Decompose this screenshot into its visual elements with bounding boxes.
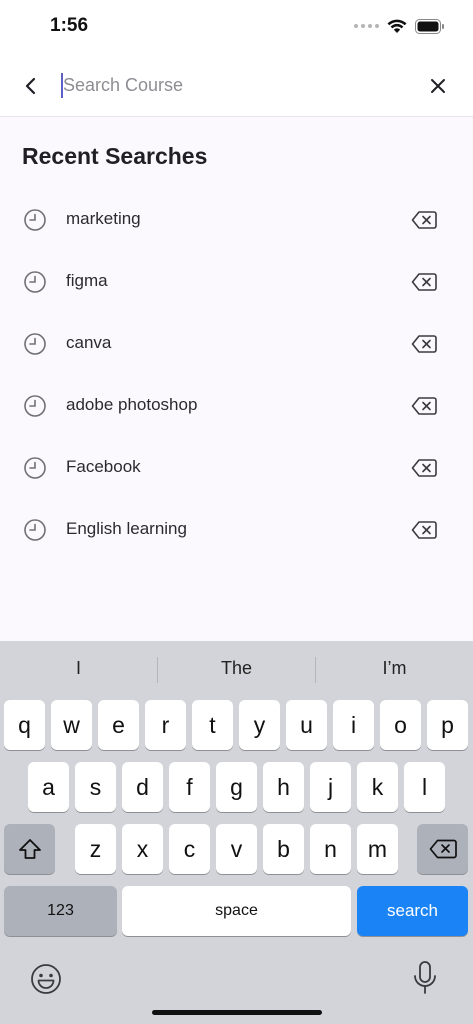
clock-icon <box>24 209 46 231</box>
key-r[interactable]: r <box>145 700 186 750</box>
key-c[interactable]: c <box>169 824 210 874</box>
key-a[interactable]: a <box>28 762 69 812</box>
key-g[interactable]: g <box>216 762 257 812</box>
key-h[interactable]: h <box>263 762 304 812</box>
space-key[interactable]: space <box>122 886 351 936</box>
suggestion-2[interactable]: The <box>158 658 315 679</box>
key-e[interactable]: e <box>98 700 139 750</box>
key-m[interactable]: m <box>357 824 398 874</box>
suggestion-1[interactable]: I <box>0 658 157 679</box>
signal-dots-icon <box>354 24 379 28</box>
recent-search-label: English learning <box>66 519 187 538</box>
delete-backspace-icon[interactable] <box>411 520 437 540</box>
recent-search-label: adobe photoshop <box>66 395 198 414</box>
clock-icon <box>24 271 46 293</box>
recent-search-item[interactable]: marketing <box>0 189 473 251</box>
predictive-bar: I The I’m <box>0 641 473 697</box>
recent-search-item[interactable]: canva <box>0 313 473 375</box>
shift-arrow-icon <box>18 839 41 859</box>
emoji-icon[interactable] <box>29 962 63 996</box>
recent-search-item[interactable]: figma <box>0 251 473 313</box>
clock-icon <box>24 333 46 355</box>
close-icon <box>431 79 445 93</box>
delete-backspace-icon[interactable] <box>411 272 437 292</box>
home-indicator[interactable] <box>152 1010 322 1015</box>
clock-icon <box>24 457 46 479</box>
recent-searches-title: Recent Searches <box>22 143 208 169</box>
recent-search-item[interactable]: Facebook <box>0 437 473 499</box>
key-l[interactable]: l <box>404 762 445 812</box>
key-b[interactable]: b <box>263 824 304 874</box>
recent-search-label: canva <box>66 333 112 352</box>
text-caret <box>61 73 63 98</box>
shift-key[interactable] <box>4 824 55 874</box>
clock-icon <box>24 519 46 541</box>
microphone-icon[interactable] <box>412 960 438 996</box>
key-k[interactable]: k <box>357 762 398 812</box>
status-icons <box>354 16 445 36</box>
search-input[interactable] <box>60 68 410 102</box>
key-t[interactable]: t <box>192 700 233 750</box>
wifi-icon <box>387 19 407 33</box>
key-d[interactable]: d <box>122 762 163 812</box>
delete-backspace-icon[interactable] <box>411 210 437 230</box>
key-p[interactable]: p <box>427 700 468 750</box>
recent-search-item[interactable]: English learning <box>0 499 473 561</box>
recent-search-label: marketing <box>66 209 141 228</box>
recent-searches-list: marketing figma canva adobe photoshop Fa… <box>0 189 473 561</box>
key-q[interactable]: q <box>4 700 45 750</box>
status-bar: 1:56 <box>0 0 473 54</box>
backspace-icon <box>429 839 457 859</box>
search-screen: 1:56 R <box>0 0 473 1024</box>
status-time: 1:56 <box>50 15 89 36</box>
key-j[interactable]: j <box>310 762 351 812</box>
key-y[interactable]: y <box>239 700 280 750</box>
key-v[interactable]: v <box>216 824 257 874</box>
recent-search-item[interactable]: adobe photoshop <box>0 375 473 437</box>
search-header <box>0 54 473 117</box>
recent-search-label: Facebook <box>66 457 141 476</box>
search-key[interactable]: search <box>357 886 468 936</box>
key-z[interactable]: z <box>75 824 116 874</box>
delete-backspace-icon[interactable] <box>411 334 437 354</box>
battery-icon <box>415 18 444 34</box>
key-n[interactable]: n <box>310 824 351 874</box>
key-w[interactable]: w <box>51 700 92 750</box>
backspace-key[interactable] <box>417 824 468 874</box>
key-o[interactable]: o <box>380 700 421 750</box>
on-screen-keyboard: I The I’m q w e r t y u i o p a s d f g … <box>0 641 473 1024</box>
key-s[interactable]: s <box>75 762 116 812</box>
numbers-key[interactable]: 123 <box>4 886 117 936</box>
clear-search-button[interactable] <box>423 71 453 101</box>
key-x[interactable]: x <box>122 824 163 874</box>
key-u[interactable]: u <box>286 700 327 750</box>
recent-search-label: figma <box>66 271 108 290</box>
delete-backspace-icon[interactable] <box>411 458 437 478</box>
key-f[interactable]: f <box>169 762 210 812</box>
back-button[interactable] <box>16 71 46 101</box>
delete-backspace-icon[interactable] <box>411 396 437 416</box>
clock-icon <box>24 395 46 417</box>
key-i[interactable]: i <box>333 700 374 750</box>
suggestion-3[interactable]: I’m <box>316 658 473 679</box>
chevron-left-icon <box>25 77 36 95</box>
